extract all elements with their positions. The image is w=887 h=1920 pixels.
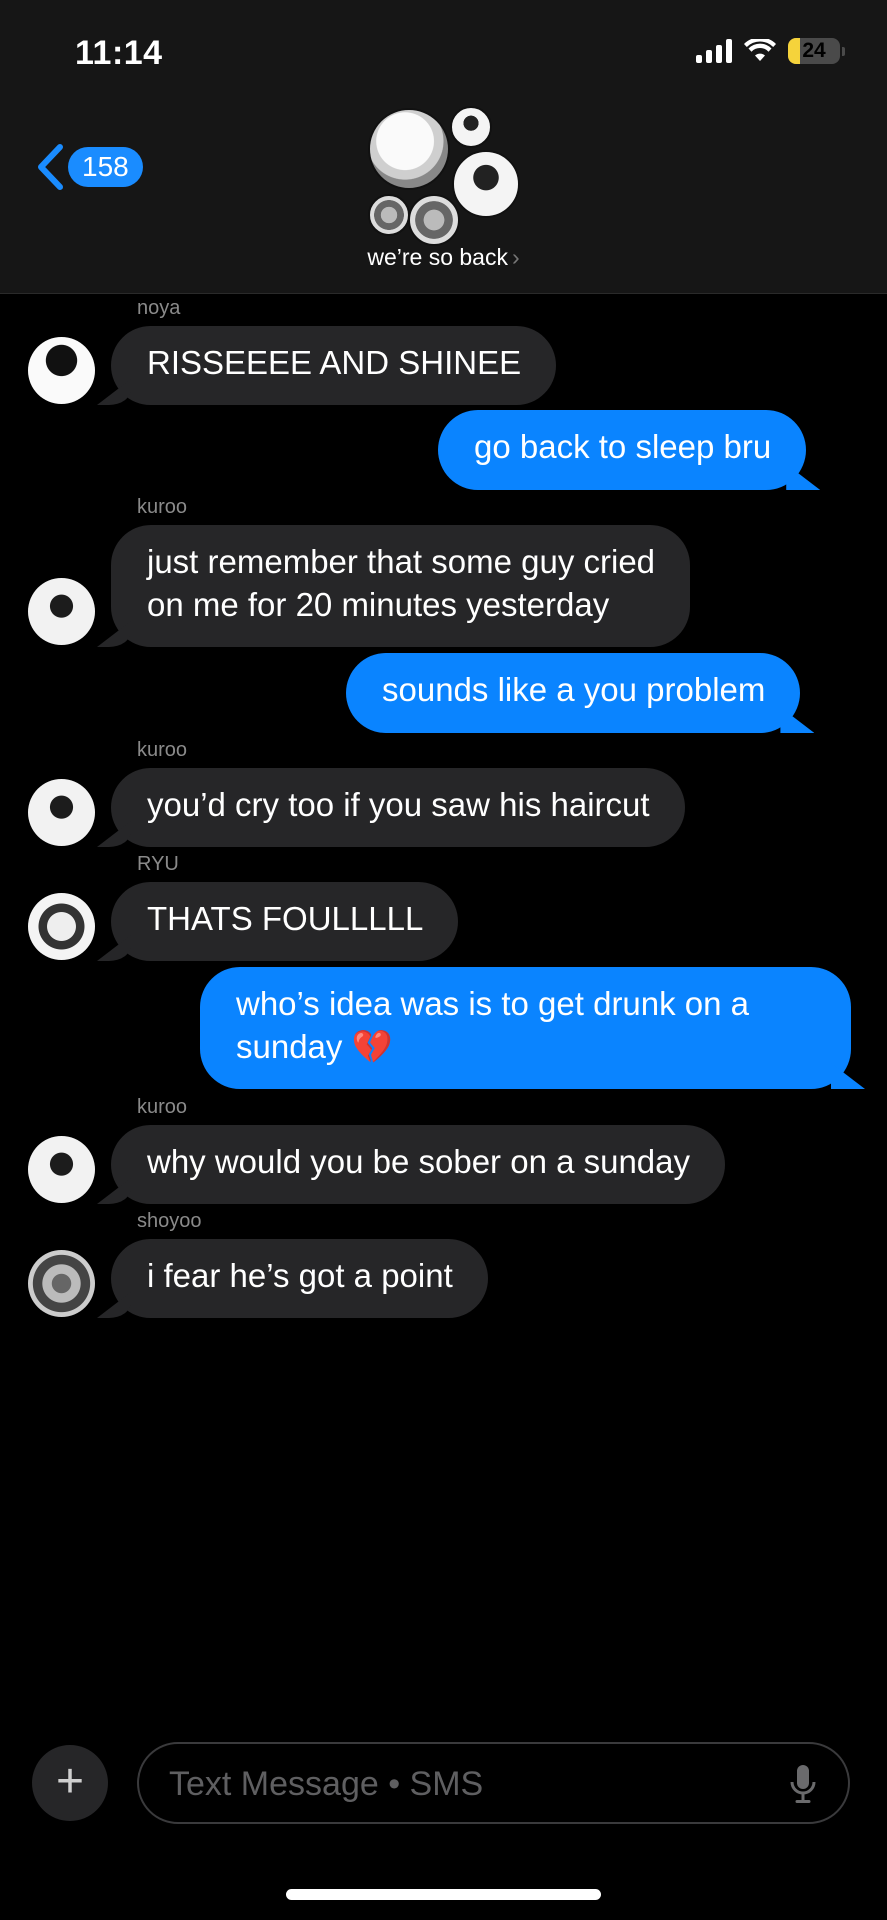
plus-icon: + bbox=[55, 1755, 85, 1808]
avatar[interactable] bbox=[28, 779, 95, 846]
sender-name: kuroo bbox=[137, 739, 188, 761]
group-name[interactable]: we’re so back › bbox=[0, 244, 887, 271]
add-attachment-button[interactable]: + bbox=[32, 1745, 108, 1821]
signal-icon bbox=[696, 39, 732, 63]
group-name-label: we’re so back bbox=[367, 244, 508, 270]
group-member-avatar bbox=[368, 108, 450, 190]
group-member-avatar bbox=[368, 194, 410, 236]
battery-percent: 24 bbox=[802, 39, 826, 62]
message-bubble-incoming[interactable]: why would you be sober on a sunday bbox=[111, 1125, 726, 1204]
back-chevron-icon bbox=[38, 144, 63, 190]
message-input-container[interactable] bbox=[137, 1742, 850, 1824]
status-time: 11:14 bbox=[75, 34, 163, 72]
home-indicator[interactable] bbox=[286, 1889, 601, 1900]
group-member-avatar bbox=[408, 194, 460, 246]
unread-count-badge: 158 bbox=[68, 147, 143, 187]
group-member-avatar bbox=[452, 150, 520, 218]
battery-icon: 24 bbox=[788, 38, 845, 64]
conversation-header: 11:14 24 158 we’re so back › bbox=[0, 0, 887, 294]
message-bubble-outgoing[interactable]: who’s idea was is to get drunk on a sund… bbox=[200, 967, 851, 1089]
status-icons: 24 bbox=[696, 38, 845, 64]
chevron-right-icon: › bbox=[511, 244, 520, 270]
avatar[interactable] bbox=[28, 337, 95, 404]
battery-body: 24 bbox=[788, 38, 840, 64]
messages-screen: 11:14 24 158 we’re so back › noya RISSEE… bbox=[0, 0, 887, 1920]
message-bubble-incoming[interactable]: RISSEEEE AND SHINEE bbox=[111, 326, 557, 405]
message-bubble-incoming[interactable]: you’d cry too if you saw his haircut bbox=[111, 768, 685, 847]
sender-name: kuroo bbox=[137, 1096, 188, 1118]
wifi-icon bbox=[744, 39, 776, 61]
group-member-avatar bbox=[450, 106, 492, 148]
sender-name: kuroo bbox=[137, 496, 188, 518]
message-bubble-outgoing[interactable]: sounds like a you problem bbox=[346, 653, 801, 733]
message-bubble-incoming[interactable]: THATS FOULLLLL bbox=[111, 882, 459, 961]
sender-name: RYU bbox=[137, 853, 179, 875]
back-button[interactable]: 158 bbox=[36, 144, 143, 190]
microphone-icon[interactable] bbox=[790, 1764, 816, 1804]
avatar[interactable] bbox=[28, 1250, 95, 1317]
message-bubble-outgoing[interactable]: go back to sleep bru bbox=[438, 410, 807, 490]
avatar[interactable] bbox=[28, 1136, 95, 1203]
group-avatar-cluster[interactable] bbox=[366, 104, 526, 246]
avatar[interactable] bbox=[28, 893, 95, 960]
sender-name: shoyoo bbox=[137, 1210, 202, 1232]
message-input[interactable] bbox=[167, 1744, 751, 1824]
message-bubble-incoming[interactable]: just remember that some guy cried on me … bbox=[111, 525, 691, 647]
avatar[interactable] bbox=[28, 578, 95, 645]
message-bubble-incoming[interactable]: i fear he’s got a point bbox=[111, 1239, 488, 1318]
sender-name: noya bbox=[137, 297, 181, 319]
battery-nub bbox=[842, 46, 845, 56]
